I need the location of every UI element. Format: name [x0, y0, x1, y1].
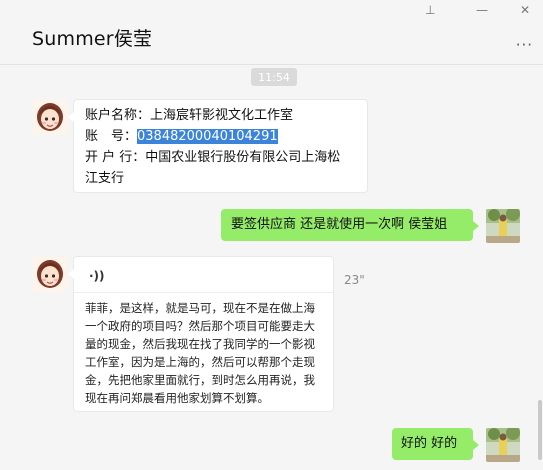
chat-header: Summer侯莹 ⊥ — ✕ ··· — [0, 0, 543, 65]
account-number-value[interactable]: 03848200040104291 — [137, 129, 278, 144]
message-text: 要签供应商 还是就使用一次啊 侯莹姐 — [231, 217, 448, 232]
voice-transcript: 菲菲，是这样，就是马可，现在不是在做上海一个政府的项目吗？然后那个项目可能要走大… — [85, 301, 315, 405]
my-avatar[interactable] — [486, 428, 520, 462]
voice-play-icon[interactable]: ·)) — [89, 266, 105, 287]
bank-info-text: 账户名称：上海宸轩影视文化工作室 账 号：03848200040104291 开… — [85, 105, 365, 189]
photo-avatar-icon — [486, 428, 520, 462]
account-number-label: 账 号： — [85, 129, 138, 144]
minimize-icon[interactable]: — — [476, 4, 488, 16]
pin-icon[interactable]: ⊥ — [425, 4, 435, 16]
chat-scrollbar[interactable] — [537, 64, 543, 470]
close-icon[interactable]: ✕ — [520, 4, 530, 16]
girl-avatar-icon — [33, 257, 67, 291]
scrollbar-thumb[interactable] — [538, 400, 542, 460]
message-timestamp: 11:54 — [251, 68, 297, 86]
account-name-line: 账户名称：上海宸轩影视文化工作室 — [85, 108, 294, 123]
account-number-line: 账 号：03848200040104291 — [85, 126, 365, 147]
timestamp-text: 11:54 — [258, 70, 290, 84]
message-bubble-outgoing[interactable]: 要签供应商 还是就使用一次啊 侯莹姐 — [221, 209, 479, 241]
girl-avatar-icon — [33, 100, 67, 134]
contact-avatar[interactable] — [33, 257, 67, 291]
message-bubble-bank-info[interactable]: 账户名称：上海宸轩影视文化工作室 账 号：03848200040104291 开… — [68, 99, 368, 193]
message-bubble-outgoing[interactable]: 好的 好的 — [392, 428, 479, 460]
my-avatar[interactable] — [486, 209, 520, 243]
voice-divider — [74, 292, 333, 293]
message-bubble-voice[interactable]: ·)) 菲菲，是这样，就是马可，现在不是在做上海一个政府的项目吗？然后那个项目可… — [68, 256, 334, 412]
bank-name-line-1: 开 户 行：中国农业银行股份有限公司上海松 — [85, 150, 341, 165]
contact-avatar[interactable] — [33, 100, 67, 134]
message-text: 好的 好的 — [401, 436, 458, 451]
bank-name-line-2: 江支行 — [85, 171, 125, 186]
more-options-icon[interactable]: ··· — [516, 36, 533, 54]
chat-title: Summer侯莹 — [32, 28, 153, 50]
photo-avatar-icon — [486, 209, 520, 243]
voice-duration: 23" — [344, 273, 365, 287]
